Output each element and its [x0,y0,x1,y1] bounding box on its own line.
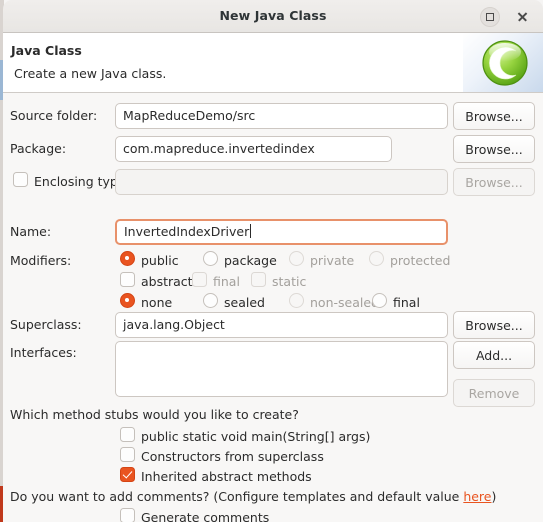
title-bar: New Java Class [3,0,543,33]
generate-comments-checkbox[interactable] [120,508,135,522]
modifiers-label: Modifiers: [10,253,72,268]
comments-question: Do you want to add comments? (Configure … [10,489,496,504]
java-class-icon [482,40,528,86]
close-button[interactable] [512,7,532,27]
stub-label-inherited-abstract: Inherited abstract methods [141,469,312,484]
modifier-label-protected: protected [390,253,451,268]
text-caret [250,224,252,238]
interfaces-label: Interfaces: [10,345,77,360]
modifier-checkbox-static [251,272,266,287]
dialog-body: Source folder: MapReduceDemo/src Browse.… [3,93,543,522]
source-folder-browse-button[interactable]: Browse... [453,102,535,130]
stub-checkbox-main-method[interactable] [120,427,135,442]
modifier-label-non-sealed: non-sealed [310,295,379,310]
interfaces-remove-button: Remove [453,379,535,407]
package-label: Package: [10,141,67,156]
method-stubs-question: Which method stubs would you like to cre… [10,407,299,422]
modifier-radio-none[interactable] [120,293,135,308]
modifier-radio-private [289,251,304,266]
enclosing-type-checkbox[interactable] [13,172,28,187]
modifier-radio-protected [369,251,384,266]
close-icon [517,12,527,22]
modifier-label-final-sealed: final [393,295,420,310]
modifier-label-private: private [310,253,355,268]
maximize-button[interactable] [480,7,500,27]
stub-checkbox-inherited-abstract[interactable] [120,467,135,482]
modifier-radio-sealed[interactable] [203,293,218,308]
modifier-label-package: package [224,253,277,268]
superclass-label: Superclass: [10,317,82,332]
modifier-radio-public[interactable] [120,251,135,266]
header-banner-art [463,33,543,92]
stub-checkbox-constructors[interactable] [120,447,135,462]
stub-label-main-method: public static void main(String[] args) [141,429,371,444]
enclosing-type-input[interactable] [115,169,448,195]
comments-question-prefix: Do you want to add comments? (Configure … [10,489,464,504]
modifier-radio-package[interactable] [203,251,218,266]
page-title: Java Class [11,43,82,58]
enclosing-type-browse-button: Browse... [453,168,535,196]
comments-question-suffix: ) [491,489,497,504]
modifier-label-abstract: abstract [141,274,193,289]
package-browse-button[interactable]: Browse... [453,135,535,163]
modifier-label-final: final [213,274,240,289]
name-input[interactable]: InvertedIndexDriver [115,219,448,245]
modifier-label-public: public [141,253,179,268]
modifier-checkbox-abstract[interactable] [120,272,135,287]
source-folder-input[interactable]: MapReduceDemo/src [115,103,448,129]
name-input-value: InvertedIndexDriver [124,224,250,239]
stub-label-constructors: Constructors from superclass [141,449,324,464]
page-subtitle: Create a new Java class. [14,66,167,81]
configure-templates-link[interactable]: here [463,489,491,504]
modifier-label-static: static [272,274,307,289]
generate-comments-label: Generate comments [141,510,270,522]
modifier-label-sealed: sealed [224,295,265,310]
maximize-icon [486,13,494,21]
source-folder-label: Source folder: [10,108,98,123]
superclass-browse-button[interactable]: Browse... [453,311,535,339]
interfaces-add-button[interactable]: Add... [453,341,535,369]
modifier-label-none: none [141,295,173,310]
package-input[interactable]: com.mapreduce.invertedindex [115,136,392,162]
dialog-header: Java Class Create a new Java class. [3,33,543,93]
modifier-radio-final-sealed[interactable] [372,293,387,308]
interfaces-list[interactable] [115,341,448,397]
modifier-radio-non-sealed [289,293,304,308]
name-label: Name: [10,224,52,239]
modifier-checkbox-final [192,272,207,287]
window-title: New Java Class [219,8,327,23]
superclass-input[interactable]: java.lang.Object [115,312,448,338]
new-java-class-dialog: New Java Class Java Class Create a new J… [0,0,543,522]
